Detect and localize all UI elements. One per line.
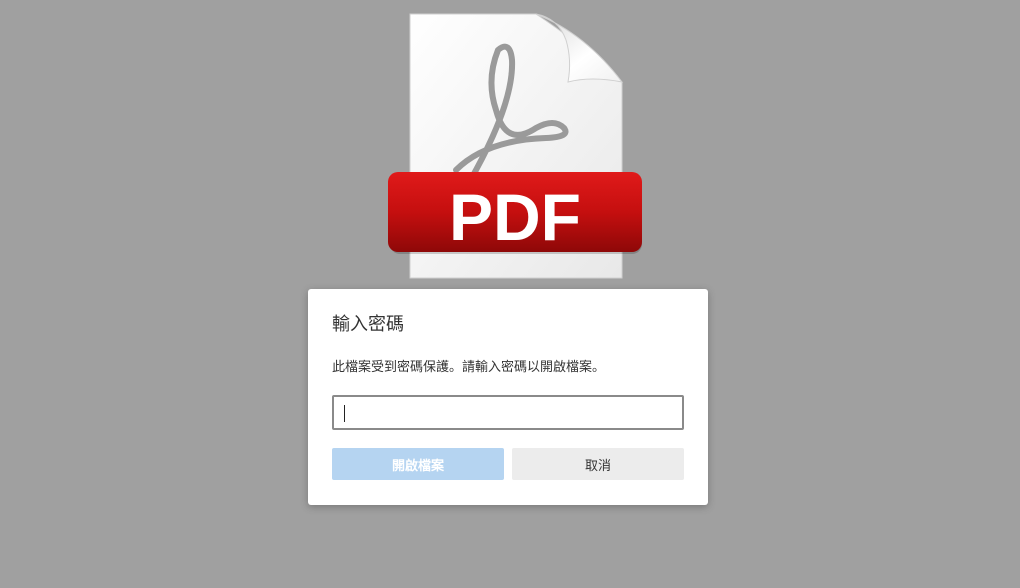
open-file-button[interactable]: 開啟檔案 [332,448,504,480]
dialog-message: 此檔案受到密碼保護。請輸入密碼以開啟檔案。 [332,360,606,375]
password-input[interactable] [332,395,684,430]
dialog-title: 輸入密碼 [332,314,404,335]
viewer-background: PDF 輸入密碼 此檔案受到密碼保護。請輸入密碼以開啟檔案。 開啟檔案 取消 [0,0,1020,588]
pdf-badge-text: PDF [449,180,581,254]
cancel-button[interactable]: 取消 [512,448,684,480]
password-dialog: 輸入密碼 此檔案受到密碼保護。請輸入密碼以開啟檔案。 開啟檔案 取消 [308,289,708,505]
pdf-file-icon: PDF [388,13,642,279]
text-caret [344,405,345,422]
dialog-buttons: 開啟檔案 取消 [332,448,684,480]
